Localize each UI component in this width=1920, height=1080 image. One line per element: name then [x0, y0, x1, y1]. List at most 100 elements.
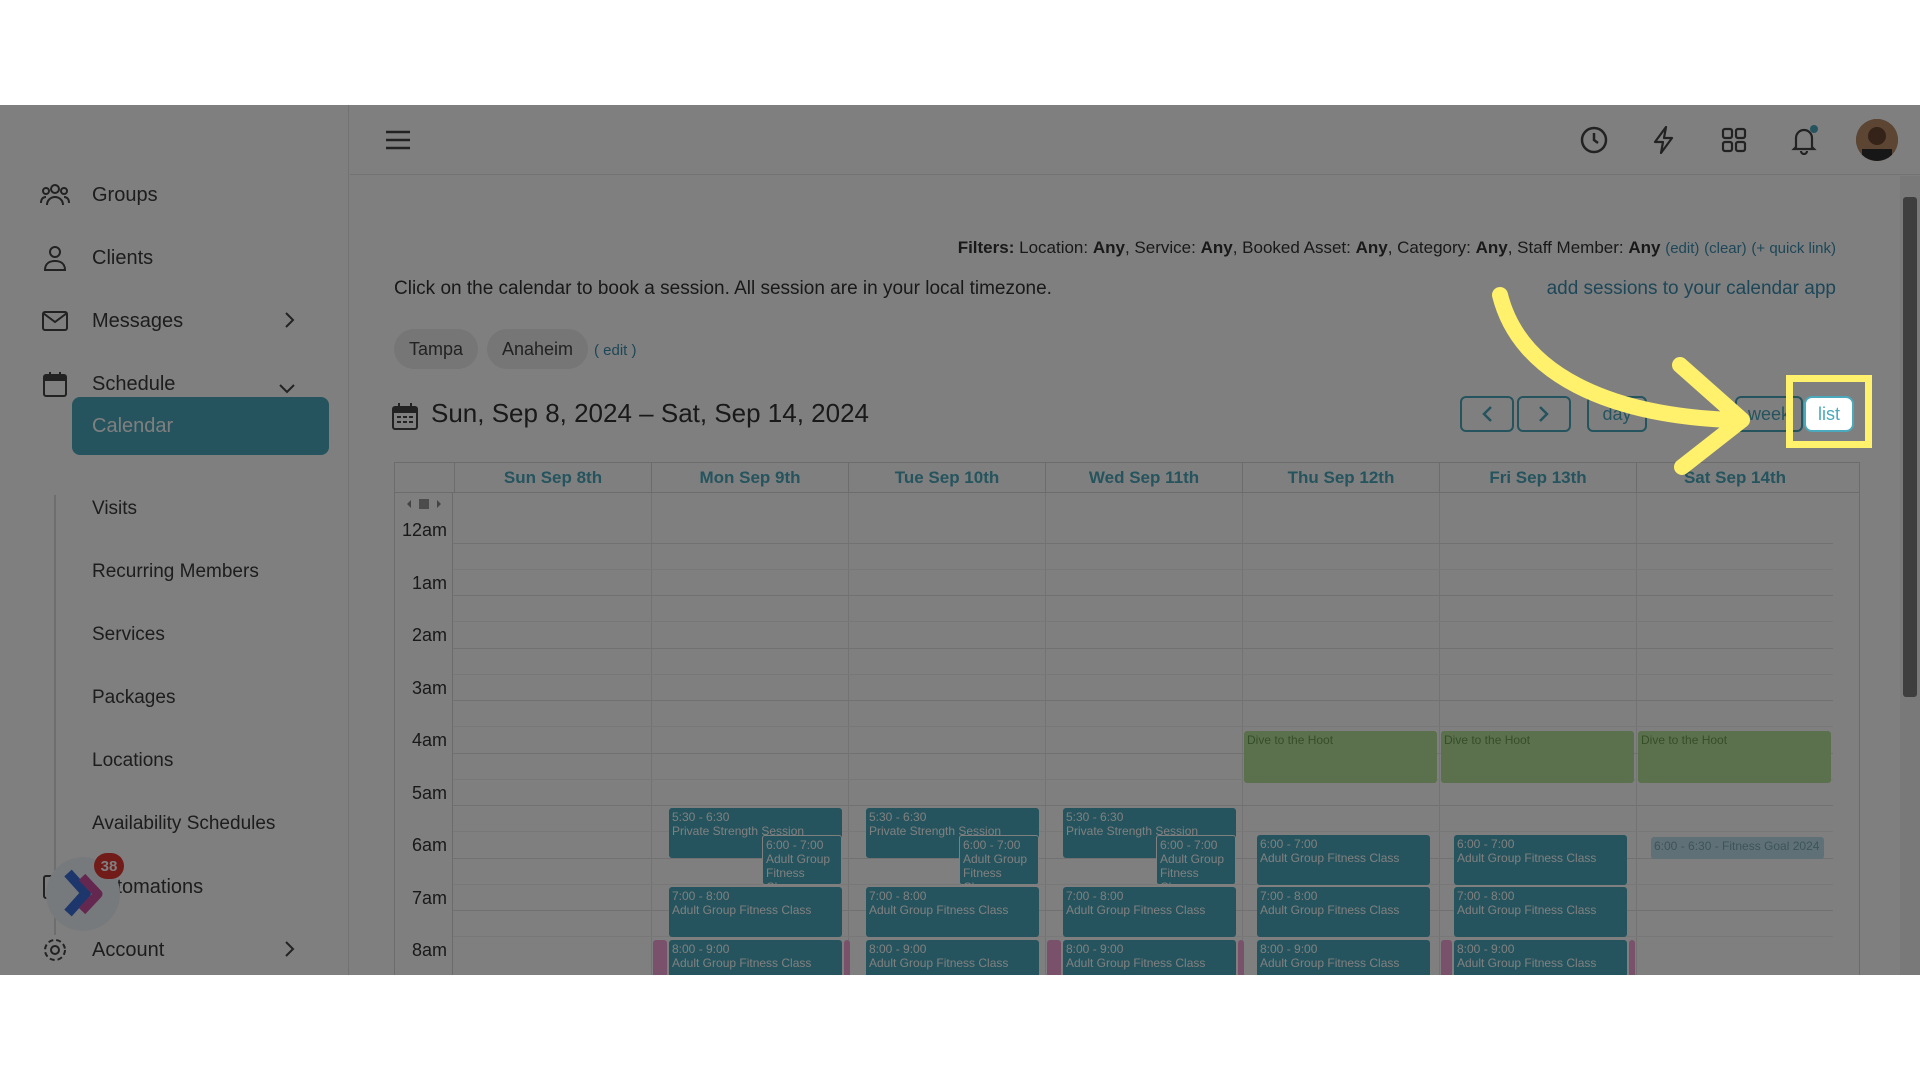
- filters-edit-link[interactable]: (edit): [1665, 240, 1699, 257]
- bell-icon[interactable]: [1788, 124, 1820, 156]
- hour-line: [453, 648, 1833, 649]
- sidebar-subitem-availability-schedules[interactable]: Availability Schedules: [92, 804, 275, 844]
- pointer-arrow-icon: [1492, 287, 1750, 475]
- day-header: Tue Sep 10th: [848, 463, 1045, 493]
- date-range-title: Sun, Sep 8, 2024 – Sat, Sep 14, 2024: [431, 398, 870, 428]
- hour-line: [453, 700, 1833, 701]
- calendar-event-marker: [653, 940, 667, 975]
- sidebar-subitem-calendar[interactable]: Calendar: [72, 397, 329, 455]
- hour-line: [453, 595, 1833, 596]
- groups-icon: [40, 180, 70, 210]
- day-header: Sun Sep 8th: [454, 463, 651, 493]
- calendar-event[interactable]: 8:00 - 9:00 Adult Group Fitness Class: [1257, 940, 1430, 975]
- day-header: Thu Sep 12th: [1242, 463, 1439, 493]
- calendar-event[interactable]: Dive to the Hoot: [1441, 731, 1634, 783]
- sidebar-item-messages[interactable]: Messages: [40, 301, 310, 341]
- calendar-event-marker: [1629, 940, 1635, 975]
- calendar-event[interactable]: 6:00 - 6:30 - Fitness Goal 2024: [1651, 837, 1824, 859]
- calendar-event[interactable]: 8:00 - 9:00 Adult Group Fitness Class: [866, 940, 1039, 975]
- day-header: Mon Sep 9th: [651, 463, 848, 493]
- apps-grid-icon[interactable]: [1718, 124, 1750, 156]
- location-chip-anaheim[interactable]: Anaheim: [487, 329, 589, 369]
- hour-label: 5am: [411, 783, 447, 803]
- sidebar-subitem-visits[interactable]: Visits: [92, 489, 137, 529]
- sidebar-subitem-services[interactable]: Services: [92, 615, 165, 655]
- hour-line: [453, 543, 1833, 544]
- calendar-event[interactable]: 6:00 - 7:00Adult Group Fitness Class: [1454, 835, 1627, 885]
- calendar-event-marker: [844, 940, 850, 975]
- day-header: Wed Sep 11th: [1045, 463, 1242, 493]
- clock-icon[interactable]: [1578, 124, 1610, 156]
- sidebar-subitem-packages[interactable]: Packages: [92, 678, 175, 718]
- top-bar: [350, 105, 1920, 175]
- hour-label: 8am: [411, 940, 447, 960]
- calendar-event-marker: [1441, 940, 1452, 975]
- sidebar-item-account[interactable]: Account: [40, 930, 310, 970]
- sidebar-item-groups[interactable]: Groups: [40, 175, 310, 215]
- hour-label: 4am: [411, 730, 447, 750]
- calendar-event[interactable]: 7:00 - 8:00 Adult Group Fitness Class: [1063, 887, 1236, 937]
- list-view-button[interactable]: list: [1804, 396, 1854, 432]
- calendar-event[interactable]: 8:00 - 9:00 Adult Group Fitness Class: [1454, 940, 1627, 975]
- calendar-event-marker: [1238, 940, 1244, 975]
- calendar-event[interactable]: 8:00 - 9:00 Adult Group Fitness Class: [669, 940, 842, 975]
- hour-label: 7am: [411, 888, 447, 908]
- chevron-right-icon: [284, 311, 296, 335]
- sidebar-item-label: Messages: [92, 309, 184, 332]
- hour-label: 12am: [401, 520, 447, 540]
- half-hour-line: [453, 726, 1833, 727]
- sidebar-item-label: Groups: [92, 183, 158, 206]
- calendar-event[interactable]: 8:00 - 9:00 Adult Group Fitness Class: [1063, 940, 1236, 975]
- hour-label: 3am: [411, 678, 447, 698]
- half-hour-line: [453, 621, 1833, 622]
- column-scroll-arrows[interactable]: [399, 497, 449, 511]
- location-chip-tampa[interactable]: Tampa: [394, 329, 479, 369]
- sidebar-item-clients[interactable]: Clients: [40, 238, 310, 278]
- hamburger-menu-icon[interactable]: [382, 124, 414, 156]
- calendar-instructions: Click on the calendar to book a session.…: [394, 278, 1052, 299]
- calendar-event[interactable]: 6:00 - 7:00Adult Group Fitness Class: [959, 835, 1039, 885]
- page-scrollbar-thumb[interactable]: [1903, 197, 1917, 697]
- column-divider: [848, 493, 849, 975]
- sidebar-subitem-locations[interactable]: Locations: [92, 741, 173, 781]
- sidebar-item-label: Schedule: [92, 372, 176, 395]
- sidebar-subitem-recurring-members[interactable]: Recurring Members: [92, 552, 259, 592]
- avatar[interactable]: [1856, 119, 1898, 161]
- calendar-event[interactable]: 7:00 - 8:00 Adult Group Fitness Class: [1454, 887, 1627, 937]
- column-divider: [1636, 493, 1637, 975]
- column-divider: [1045, 493, 1046, 975]
- calendar-event[interactable]: 6:00 - 7:00Adult Group Fitness Class: [762, 835, 842, 885]
- calendar-event[interactable]: 7:00 - 8:00 Adult Group Fitness Class: [866, 887, 1039, 937]
- column-divider: [1242, 493, 1243, 975]
- calendar-event[interactable]: Dive to the Hoot: [1244, 731, 1437, 783]
- hour-label: 6am: [411, 835, 447, 855]
- locations-edit-link[interactable]: ( edit ): [594, 342, 637, 359]
- calendar-event[interactable]: 6:00 - 7:00Adult Group Fitness Class: [1156, 835, 1236, 885]
- calendar-icon: [40, 369, 70, 399]
- hour-line: [453, 805, 1833, 806]
- notification-count-badge: 38: [94, 853, 124, 879]
- hour-label: 1am: [411, 573, 447, 593]
- calendar-event[interactable]: 6:00 - 7:00Adult Group Fitness Class: [1257, 835, 1430, 885]
- lightning-icon[interactable]: [1648, 124, 1680, 156]
- app-root: Groups Clients Messages Schedule Calenda…: [0, 105, 1920, 975]
- half-hour-line: [453, 674, 1833, 675]
- sidebar: Groups Clients Messages Schedule Calenda…: [0, 105, 349, 975]
- week-calendar-grid[interactable]: Sun Sep 8th Mon Sep 9th Tue Sep 10th Wed…: [394, 462, 1860, 975]
- column-divider: [1439, 493, 1440, 975]
- filters-clear-link[interactable]: (clear): [1704, 240, 1747, 257]
- calendar-event[interactable]: 7:00 - 8:00 Adult Group Fitness Class: [1257, 887, 1430, 937]
- mail-icon: [40, 306, 70, 336]
- half-hour-line: [453, 569, 1833, 570]
- calendar-icon: [392, 402, 418, 435]
- calendar-event[interactable]: Dive to the Hoot: [1638, 731, 1831, 783]
- sidebar-item-label: Clients: [92, 246, 154, 269]
- user-icon: [40, 243, 70, 273]
- filters-summary: Filters: Location: Any, Service: Any, Bo…: [957, 238, 1836, 257]
- sidebar-item-label: Account: [92, 938, 165, 961]
- calendar-event[interactable]: 7:00 - 8:00 Adult Group Fitness Class: [669, 887, 842, 937]
- chevron-right-icon: [284, 940, 296, 964]
- filters-quick-link[interactable]: (+ quick link): [1751, 240, 1836, 257]
- column-divider: [651, 493, 652, 975]
- hour-label: 2am: [411, 625, 447, 645]
